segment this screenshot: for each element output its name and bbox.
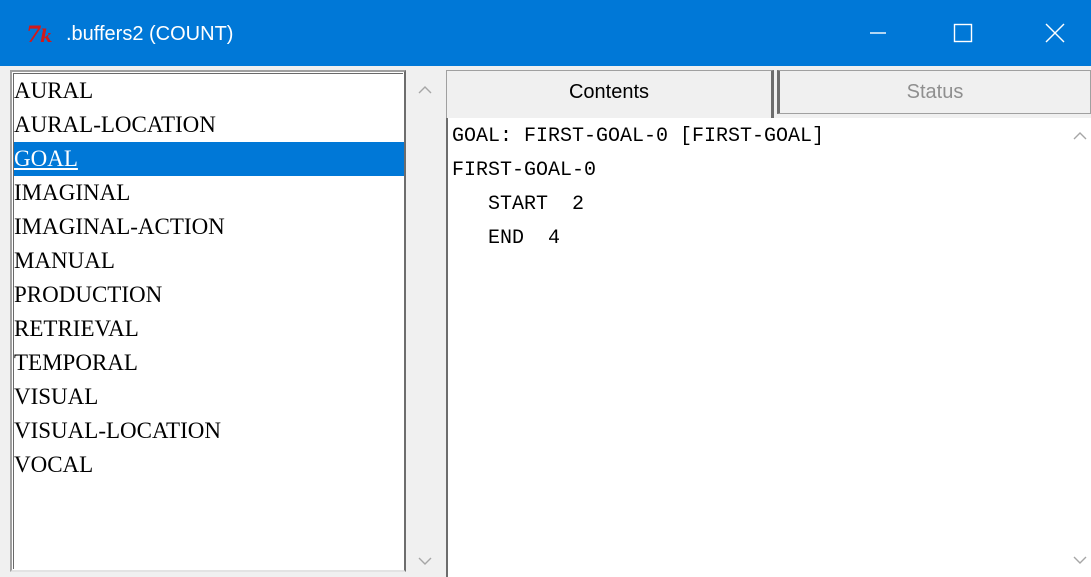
tab-status[interactable]: Status	[777, 70, 1091, 114]
list-item-manual[interactable]: MANUAL	[14, 244, 404, 278]
chevron-down-icon	[1073, 556, 1087, 564]
window-title: .buffers2 (COUNT)	[66, 23, 234, 45]
list-item-aural-location[interactable]: AURAL-LOCATION	[14, 108, 404, 142]
close-button[interactable]	[1023, 0, 1087, 66]
buffer-list: AURAL AURAL-LOCATION GOAL IMAGINAL IMAGI…	[13, 73, 404, 569]
contents-line: FIRST-GOAL-0	[452, 159, 597, 182]
buffers-window: 7 k .buffers2 (COUNT) AURAL AURAL-LOCATI…	[0, 0, 1091, 577]
contents-line: END 4	[452, 227, 561, 250]
close-icon	[1045, 23, 1065, 43]
scroll-down-arrow[interactable]	[415, 551, 435, 571]
contents-line: GOAL: FIRST-GOAL-0 [FIRST-GOAL]	[452, 125, 825, 148]
chevron-up-icon	[1073, 132, 1087, 140]
list-scrollbar[interactable]	[408, 70, 442, 573]
svg-text:k: k	[40, 26, 52, 46]
minimize-icon	[870, 32, 886, 34]
list-item-retrieval[interactable]: RETRIEVAL	[14, 312, 404, 346]
list-item-aural[interactable]: AURAL	[14, 74, 404, 108]
chevron-down-icon	[418, 557, 432, 565]
contents-scrollbar[interactable]	[1068, 118, 1091, 577]
list-item-production[interactable]: PRODUCTION	[14, 278, 404, 312]
contents-text-area[interactable]: GOAL: FIRST-GOAL-0 [FIRST-GOAL] FIRST-GO…	[446, 118, 1068, 577]
contents-line: START 2	[452, 193, 585, 216]
tab-contents[interactable]: Contents	[446, 70, 774, 118]
list-item-visual-location[interactable]: VISUAL-LOCATION	[14, 414, 404, 448]
maximize-icon	[953, 23, 973, 43]
list-item-imaginal[interactable]: IMAGINAL	[14, 176, 404, 210]
tk-logo-icon: 7 k	[26, 22, 52, 46]
contents-scroll-up-arrow[interactable]	[1070, 126, 1090, 146]
maximize-button[interactable]	[931, 0, 995, 66]
list-item-temporal[interactable]: TEMPORAL	[14, 346, 404, 380]
title-bar[interactable]: 7 k .buffers2 (COUNT)	[0, 0, 1091, 66]
buffer-listbox[interactable]: AURAL AURAL-LOCATION GOAL IMAGINAL IMAGI…	[10, 70, 406, 572]
list-item-goal[interactable]: GOAL	[14, 142, 404, 176]
list-item-vocal[interactable]: VOCAL	[14, 448, 404, 482]
list-item-imaginal-action[interactable]: IMAGINAL-ACTION	[14, 210, 404, 244]
chevron-up-icon	[418, 86, 432, 94]
contents-scroll-down-arrow[interactable]	[1070, 550, 1090, 570]
list-item-visual[interactable]: VISUAL	[14, 380, 404, 414]
minimize-button[interactable]	[846, 0, 910, 66]
scroll-up-arrow[interactable]	[415, 80, 435, 100]
